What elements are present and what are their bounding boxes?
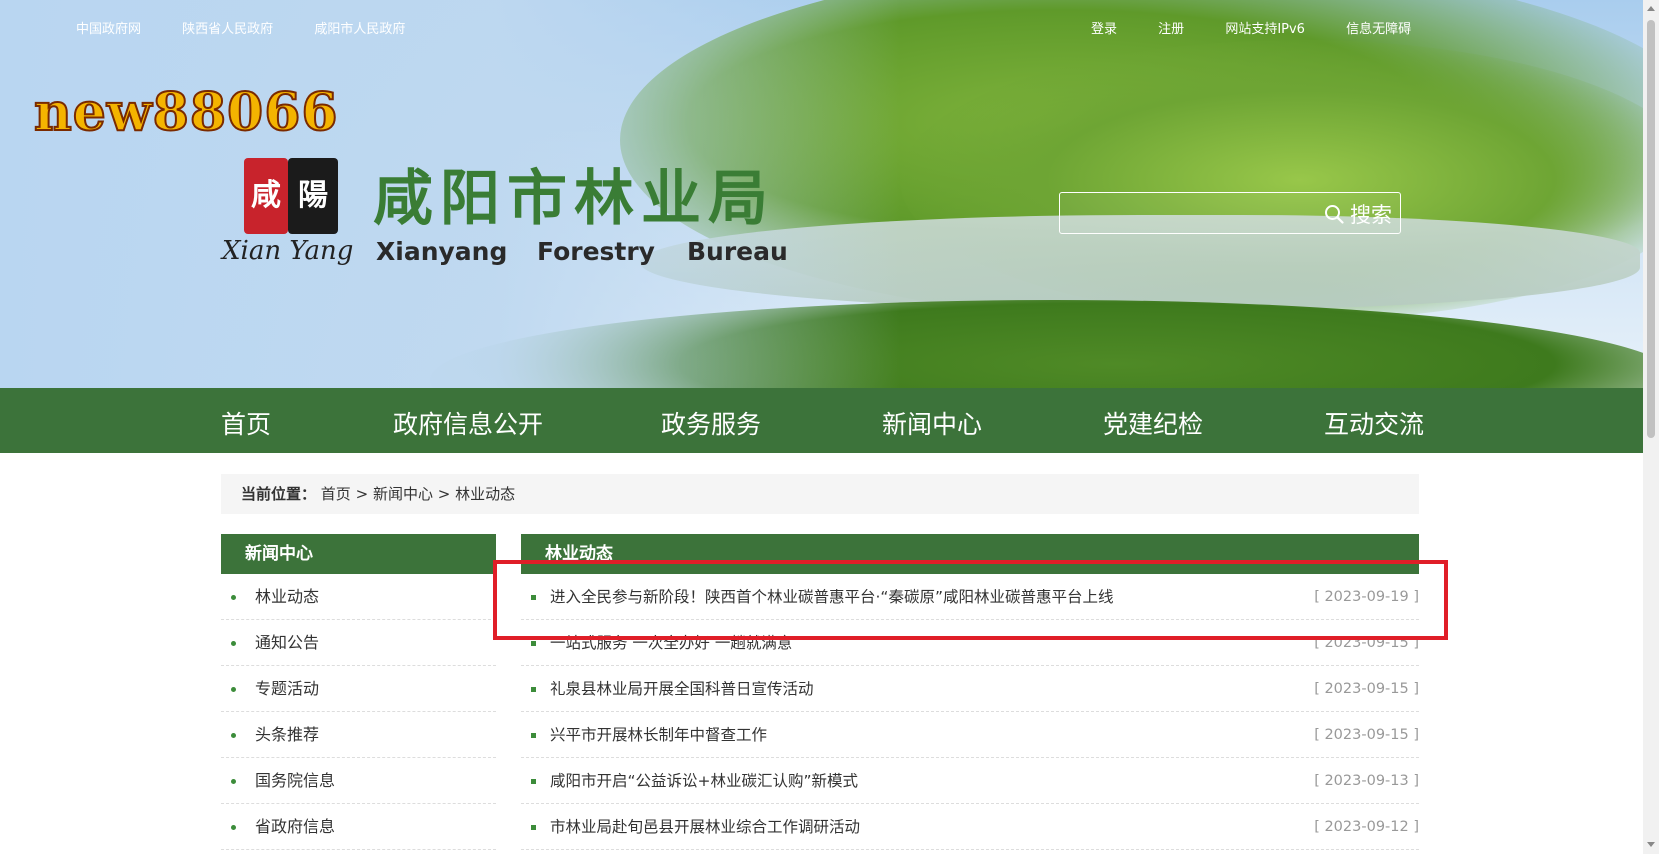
bullet-icon xyxy=(231,779,236,784)
scrollbar-thumb[interactable] xyxy=(1647,20,1655,438)
scroll-up-arrow-icon[interactable] xyxy=(1647,6,1655,11)
main-nav: 首页 政府信息公开 政务服务 新闻中心 党建纪检 互动交流 xyxy=(0,388,1643,453)
sidebar-item-notices[interactable]: 通知公告 xyxy=(221,620,496,666)
nav-interaction[interactable]: 互动交流 xyxy=(1324,405,1424,441)
top-link-xianyang[interactable]: 咸阳市人民政府 xyxy=(314,22,405,37)
sidebar-item-special-events[interactable]: 专题活动 xyxy=(221,666,496,712)
sidebar-item-label: 省政府信息 xyxy=(255,817,336,836)
logo-caption: Xian Yang xyxy=(222,236,354,266)
news-title: 市林业局赴旬邑县开展林业综合工作调研活动 xyxy=(550,818,861,836)
sidebar-item-provincial-gov[interactable]: 省政府信息 xyxy=(221,804,496,850)
nav-news-center[interactable]: 新闻中心 xyxy=(882,405,982,441)
bullet-icon xyxy=(531,641,536,646)
news-title: 礼泉县林业局开展全国科普日宣传活动 xyxy=(550,680,814,698)
site-title-en-2: Forestry xyxy=(537,237,655,266)
search-input[interactable] xyxy=(1066,199,1316,227)
accessibility-link[interactable]: 信息无障碍 xyxy=(1346,22,1411,37)
breadcrumb: 当前位置： 首页 > 新闻中心 > 林业动态 xyxy=(221,474,1419,514)
news-date: [ 2023-09-15 ] xyxy=(1314,727,1419,743)
search-box: 搜索 xyxy=(1059,192,1401,234)
page-scrollbar[interactable] xyxy=(1643,0,1659,854)
watermark-text: new88066 xyxy=(33,81,339,144)
header-banner: 中国政府网 陕西省人民政府 咸阳市人民政府 登录 注册 网站支持IPv6 信息无… xyxy=(0,0,1643,388)
nav-home[interactable]: 首页 xyxy=(221,405,271,441)
search-icon xyxy=(1325,205,1344,224)
news-date: [ 2023-09-12 ] xyxy=(1314,819,1419,835)
news-item[interactable]: 礼泉县林业局开展全国科普日宣传活动 [ 2023-09-15 ] xyxy=(521,666,1419,712)
news-title: 咸阳市开启“公益诉讼+林业碳汇认购”新模式 xyxy=(550,772,859,790)
sidebar-item-label: 国务院信息 xyxy=(255,771,336,790)
highlight-box xyxy=(493,560,1448,640)
news-item[interactable]: 咸阳市开启“公益诉讼+林业碳汇认购”新模式 [ 2023-09-13 ] xyxy=(521,758,1419,804)
seal-left-char: 咸 xyxy=(244,158,288,234)
top-links-right: 登录 注册 网站支持IPv6 信息无障碍 xyxy=(1091,18,1448,37)
ipv6-link[interactable]: 网站支持IPv6 xyxy=(1225,22,1305,37)
site-title-en-1: Xianyang xyxy=(376,237,508,266)
bullet-icon xyxy=(231,825,236,830)
top-links-left: 中国政府网 陕西省人民政府 咸阳市人民政府 xyxy=(76,18,442,37)
sidebar-item-label: 专题活动 xyxy=(255,679,320,698)
breadcrumb-news-center[interactable]: 新闻中心 xyxy=(373,485,433,503)
nav-party-building[interactable]: 党建纪检 xyxy=(1103,405,1203,441)
news-item[interactable]: 市林业局赴旬邑县开展林业综合工作调研活动 [ 2023-09-12 ] xyxy=(521,804,1419,850)
news-item[interactable]: 兴平市开展林长制年中督查工作 [ 2023-09-15 ] xyxy=(521,712,1419,758)
news-title: 兴平市开展林长制年中督查工作 xyxy=(550,726,768,744)
sidebar-item-forestry-news[interactable]: 林业动态 xyxy=(221,574,496,620)
top-link-gov-cn[interactable]: 中国政府网 xyxy=(76,22,141,37)
breadcrumb-separator: > xyxy=(355,485,369,503)
sidebar-item-label: 林业动态 xyxy=(255,587,320,606)
bullet-icon xyxy=(231,687,236,692)
sidebar-item-state-council[interactable]: 国务院信息 xyxy=(221,758,496,804)
breadcrumb-forestry-news[interactable]: 林业动态 xyxy=(455,485,515,503)
site-title-en-3: Bureau xyxy=(687,237,788,266)
bullet-icon xyxy=(531,687,536,692)
site-logo-seal[interactable]: 咸 陽 xyxy=(244,158,340,234)
sidebar-title: 新闻中心 xyxy=(221,534,496,574)
bullet-icon xyxy=(531,733,536,738)
breadcrumb-home[interactable]: 首页 xyxy=(321,485,351,503)
breadcrumb-label: 当前位置： xyxy=(241,485,317,503)
search-button[interactable]: 搜索 xyxy=(1324,200,1392,228)
scroll-down-arrow-icon[interactable] xyxy=(1647,842,1655,847)
top-link-shaanxi[interactable]: 陕西省人民政府 xyxy=(182,22,273,37)
nav-gov-info[interactable]: 政府信息公开 xyxy=(393,405,543,441)
bullet-icon xyxy=(231,641,236,646)
site-title[interactable]: 咸阳市林业局 xyxy=(373,150,775,237)
login-link[interactable]: 登录 xyxy=(1091,22,1117,37)
bullet-icon xyxy=(531,779,536,784)
sidebar-item-label: 通知公告 xyxy=(255,633,320,652)
bullet-icon xyxy=(531,825,536,830)
bullet-icon xyxy=(231,595,236,600)
nav-gov-services[interactable]: 政务服务 xyxy=(661,405,761,441)
search-button-label: 搜索 xyxy=(1350,203,1392,227)
register-link[interactable]: 注册 xyxy=(1158,22,1184,37)
sidebar-item-headlines[interactable]: 头条推荐 xyxy=(221,712,496,758)
sidebar-item-label: 头条推荐 xyxy=(255,725,320,744)
bullet-icon xyxy=(231,733,236,738)
news-date: [ 2023-09-15 ] xyxy=(1314,681,1419,697)
news-date: [ 2023-09-13 ] xyxy=(1314,773,1419,789)
breadcrumb-separator: > xyxy=(437,485,451,503)
seal-right-char: 陽 xyxy=(288,158,338,234)
